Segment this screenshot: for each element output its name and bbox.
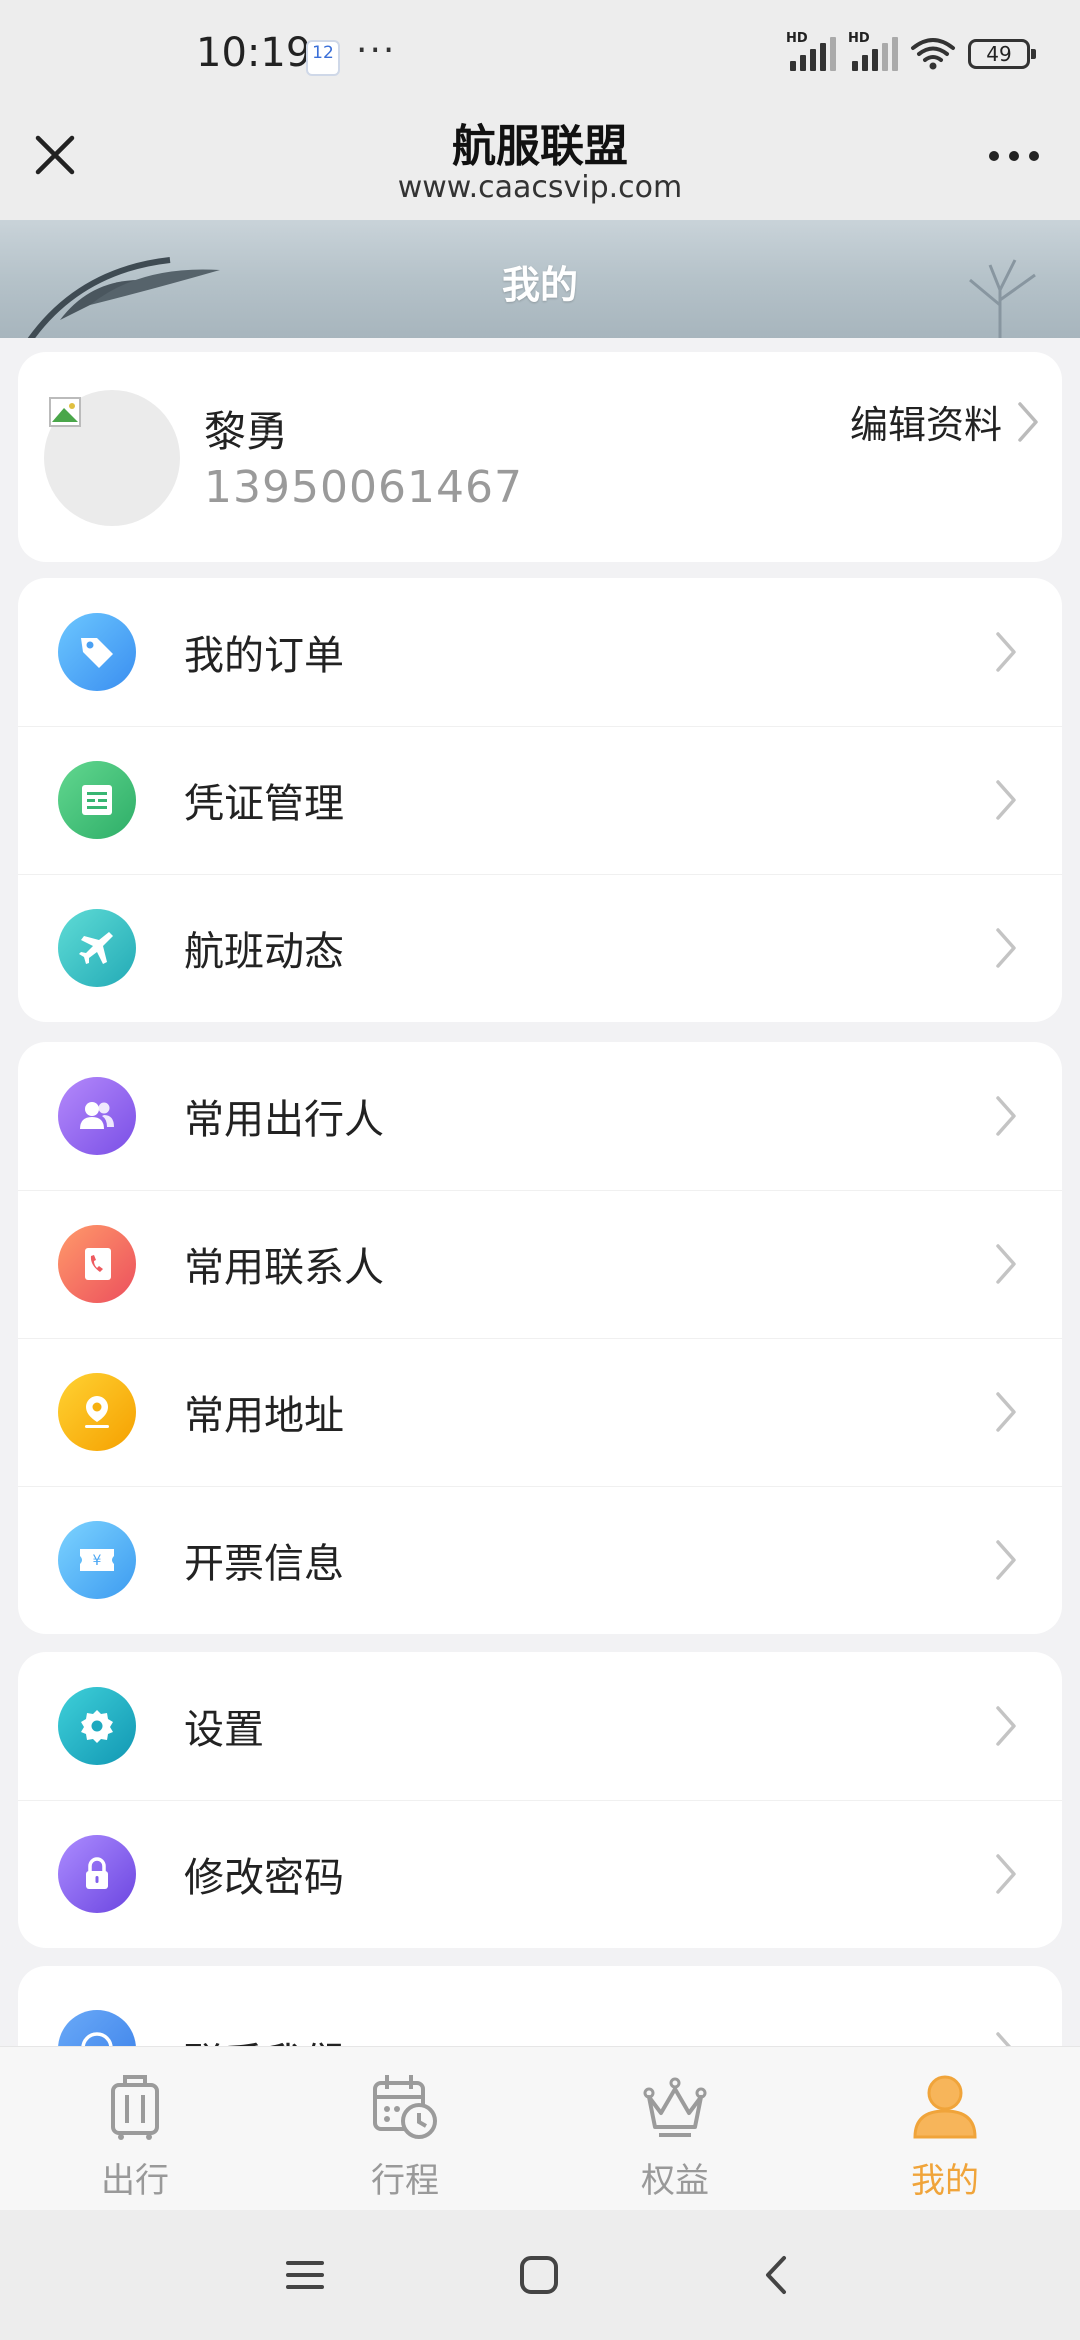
page-url: www.caacsvip.com xyxy=(397,170,683,205)
chevron-right-icon xyxy=(996,1392,1016,1432)
tab-label: 权益 xyxy=(641,2161,709,2201)
menu-item-frequent-addresses[interactable]: 常用地址 xyxy=(18,1338,1062,1486)
menu-group-orders: 我的订单 凭证管理 航班动态 xyxy=(18,578,1062,1022)
bottom-tab-bar: 出行 行程 权益 我的 xyxy=(0,2046,1080,2210)
chevron-right-icon xyxy=(996,632,1016,672)
menu-item-my-orders[interactable]: 我的订单 xyxy=(18,578,1062,726)
chevron-right-icon xyxy=(996,1244,1016,1284)
status-indicators: HD HD 49 xyxy=(786,31,1036,72)
menu-group-contacts: 常用出行人 常用联系人 常用地址 ¥ 开票信息 xyxy=(18,1042,1062,1634)
svg-text:¥: ¥ xyxy=(93,1553,102,1569)
header-banner: 我的 xyxy=(0,220,1080,338)
banner-title: 我的 xyxy=(501,263,578,307)
gear-icon xyxy=(58,1687,136,1765)
user-phone: 13950061467 xyxy=(204,462,523,513)
menu-item-settings[interactable]: 设置 xyxy=(18,1652,1062,1800)
chevron-right-icon xyxy=(996,1706,1016,1746)
crown-icon xyxy=(643,2077,707,2137)
menu-item-frequent-contacts[interactable]: 常用联系人 xyxy=(18,1190,1062,1338)
signal-icon: HD xyxy=(848,31,898,71)
luggage-icon xyxy=(111,2075,159,2140)
calendar-clock-icon xyxy=(373,2075,437,2139)
battery-icon: 49 xyxy=(968,39,1036,69)
menu-item-voucher-management[interactable]: 凭证管理 xyxy=(18,726,1062,874)
chevron-right-icon xyxy=(1018,401,1038,442)
menu-group-settings: 设置 修改密码 xyxy=(18,1652,1062,1948)
menu-label: 常用出行人 xyxy=(184,1097,384,1143)
menu-icon[interactable] xyxy=(280,2250,330,2300)
tab-label: 出行 xyxy=(101,2161,169,2201)
signal-icon: HD xyxy=(786,31,836,71)
edit-profile-label: 编辑资料 xyxy=(849,403,1002,447)
tab-me[interactable]: 我的 xyxy=(810,2047,1080,2210)
tab-travel[interactable]: 出行 xyxy=(0,2047,270,2210)
system-nav-bar xyxy=(0,2210,1080,2340)
more-icon[interactable] xyxy=(984,136,1044,176)
title-bar: 航服联盟 www.caacsvip.com xyxy=(0,110,1080,220)
user-name: 黎勇 xyxy=(204,407,289,456)
menu-label: 修改密码 xyxy=(184,1855,344,1901)
page-title: 航服联盟 xyxy=(452,121,628,172)
menu-label: 航班动态 xyxy=(184,929,344,975)
tag-icon xyxy=(58,613,136,691)
airplane-icon xyxy=(58,909,136,987)
calendar-icon: 12 xyxy=(306,40,340,76)
menu-label: 我的订单 xyxy=(184,633,344,679)
menu-item-frequent-travelers[interactable]: 常用出行人 xyxy=(18,1042,1062,1190)
tab-label: 我的 xyxy=(911,2161,979,2201)
phone-book-icon xyxy=(58,1225,136,1303)
menu-item-flight-status[interactable]: 航班动态 xyxy=(18,874,1062,1022)
profile-card[interactable]: 黎勇 13950061467 编辑资料 xyxy=(18,352,1062,562)
menu-item-change-password[interactable]: 修改密码 xyxy=(18,1800,1062,1948)
person-icon xyxy=(913,2075,977,2139)
chevron-right-icon xyxy=(996,1854,1016,1894)
people-icon xyxy=(58,1077,136,1155)
menu-label: 凭证管理 xyxy=(184,781,344,827)
tab-label: 行程 xyxy=(371,2161,439,2201)
ticket-icon: ¥ xyxy=(58,1521,136,1599)
tab-benefits[interactable]: 权益 xyxy=(540,2047,810,2210)
more-notifications-icon: ··· xyxy=(356,30,397,71)
home-icon[interactable] xyxy=(514,2250,564,2300)
tab-itinerary[interactable]: 行程 xyxy=(270,2047,540,2210)
edit-profile-link[interactable]: 编辑资料 xyxy=(850,394,1040,449)
menu-label: 常用联系人 xyxy=(184,1245,384,1291)
menu-label: 常用地址 xyxy=(184,1393,344,1439)
chevron-right-icon xyxy=(996,1540,1016,1580)
back-icon[interactable] xyxy=(752,2250,802,2300)
voucher-icon xyxy=(58,761,136,839)
menu-label: 设置 xyxy=(184,1707,264,1753)
menu-label: 开票信息 xyxy=(184,1541,344,1587)
lock-icon xyxy=(58,1835,136,1913)
broken-image-icon xyxy=(49,397,81,427)
wifi-icon xyxy=(911,38,955,70)
status-time: 10:19 xyxy=(196,30,312,76)
status-bar: 10:19 12 ··· HD HD 49 xyxy=(0,0,1080,110)
chevron-right-icon xyxy=(996,780,1016,820)
chevron-right-icon xyxy=(996,1096,1016,1136)
menu-item-invoice-info[interactable]: ¥ 开票信息 xyxy=(18,1486,1062,1634)
chevron-right-icon xyxy=(996,928,1016,968)
location-icon xyxy=(58,1373,136,1451)
